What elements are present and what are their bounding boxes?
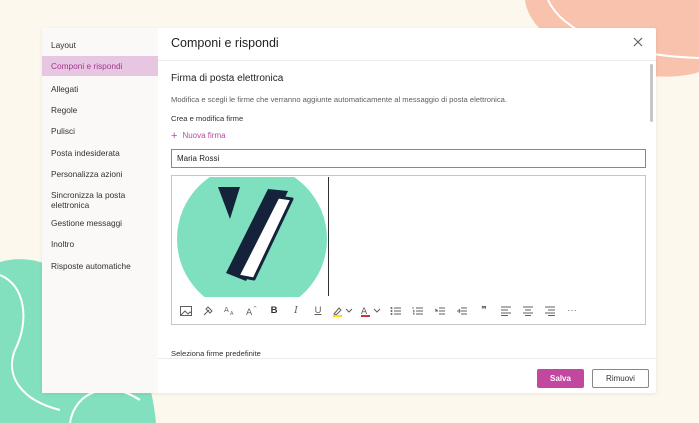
sidebar-item-label: Sincronizza la posta elettronica	[51, 190, 126, 210]
sidebar-item-label: Personalizza azioni	[51, 169, 123, 179]
svg-text:A: A	[230, 311, 234, 316]
increase-indent-icon[interactable]	[454, 302, 470, 319]
sidebar-item-label: Risposte automatiche	[51, 261, 131, 271]
format-painter-icon[interactable]	[200, 302, 216, 319]
more-icon[interactable]: ···	[564, 302, 580, 319]
sidebar-item-label: Componi e rispondi	[51, 61, 123, 71]
sidebar-item-automatic-replies[interactable]: Risposte automatiche	[42, 261, 158, 271]
quote-icon[interactable]: ❞	[476, 302, 492, 319]
new-signature-label: Nuova firma	[182, 131, 226, 140]
create-edit-label: Crea e modifica firme	[171, 114, 244, 123]
format-toolbar: AA A ^ B I U A ❞ ···	[178, 302, 586, 319]
sidebar-item-label: Gestione messaggi	[51, 218, 123, 228]
svg-text:^: ^	[253, 306, 257, 312]
sidebar-item-compose-reply[interactable]: Componi e rispondi	[42, 56, 158, 76]
align-left-icon[interactable]	[498, 302, 514, 319]
sidebar-item-label: Inoltro	[51, 239, 75, 249]
numbering-icon[interactable]	[410, 302, 426, 319]
bold-icon[interactable]: B	[266, 302, 282, 319]
sidebar-item-customize-actions[interactable]: Personalizza azioni	[42, 169, 158, 179]
align-right-icon[interactable]	[542, 302, 558, 319]
sidebar-item-label: Posta indesiderata	[51, 148, 120, 158]
svg-text:A: A	[224, 306, 229, 314]
sidebar-item-forwarding[interactable]: Inoltro	[42, 239, 158, 249]
scrollbar-thumb[interactable]	[650, 64, 653, 122]
sidebar-item-label: Layout	[51, 40, 76, 50]
section-description: Modifica e scegli le firme che verranno …	[171, 95, 507, 104]
remove-button[interactable]: Rimuovi	[592, 369, 649, 388]
sidebar-item-label: Pulisci	[51, 126, 75, 136]
sidebar-item-sweep[interactable]: Pulisci	[42, 126, 158, 136]
close-icon[interactable]	[632, 35, 644, 47]
sidebar-item-attachments[interactable]: Allegati	[42, 84, 158, 94]
dialog-title: Componi e rispondi	[171, 36, 279, 50]
sidebar-item-sync-email[interactable]: Sincronizza la posta elettronica	[42, 190, 142, 210]
sidebar-item-label: Regole	[51, 105, 78, 115]
underline-icon[interactable]: U	[310, 302, 326, 319]
sidebar-item-label: Allegati	[51, 84, 79, 94]
highlight-icon[interactable]	[332, 302, 354, 319]
font-color-icon[interactable]: A	[360, 302, 382, 319]
sidebar-item-message-handling[interactable]: Gestione messaggi	[42, 218, 158, 228]
signature-logo-image	[176, 177, 328, 297]
plus-icon: +	[171, 129, 178, 142]
settings-dialog: Layout Componi e rispondi Allegati Regol…	[42, 28, 656, 393]
header-divider	[158, 60, 656, 61]
sidebar-item-layout[interactable]: Layout	[42, 40, 158, 50]
default-signatures-label: Seleziona firme predefinite	[171, 349, 261, 358]
section-title: Firma di posta elettronica	[171, 73, 284, 84]
italic-icon[interactable]: I	[288, 302, 304, 319]
sidebar-item-rules[interactable]: Regole	[42, 105, 158, 115]
text-caret	[328, 177, 329, 296]
footer-divider	[158, 358, 656, 359]
bullets-icon[interactable]	[388, 302, 404, 319]
svg-text:A: A	[246, 308, 253, 316]
image-icon[interactable]	[178, 302, 194, 319]
font-size-icon[interactable]: AA	[222, 302, 238, 319]
align-center-icon[interactable]	[520, 302, 536, 319]
signature-editor[interactable]: AA A ^ B I U A ❞ ···	[171, 175, 646, 325]
sidebar-item-junk-email[interactable]: Posta indesiderata	[42, 148, 158, 158]
new-signature-button[interactable]: + Nuova firma	[171, 129, 226, 142]
settings-sidebar: Layout Componi e rispondi Allegati Regol…	[42, 28, 158, 393]
save-button[interactable]: Salva	[537, 369, 584, 388]
signature-name-input[interactable]	[171, 149, 646, 168]
decrease-indent-icon[interactable]	[432, 302, 448, 319]
grow-font-icon[interactable]: A ^	[244, 302, 260, 319]
